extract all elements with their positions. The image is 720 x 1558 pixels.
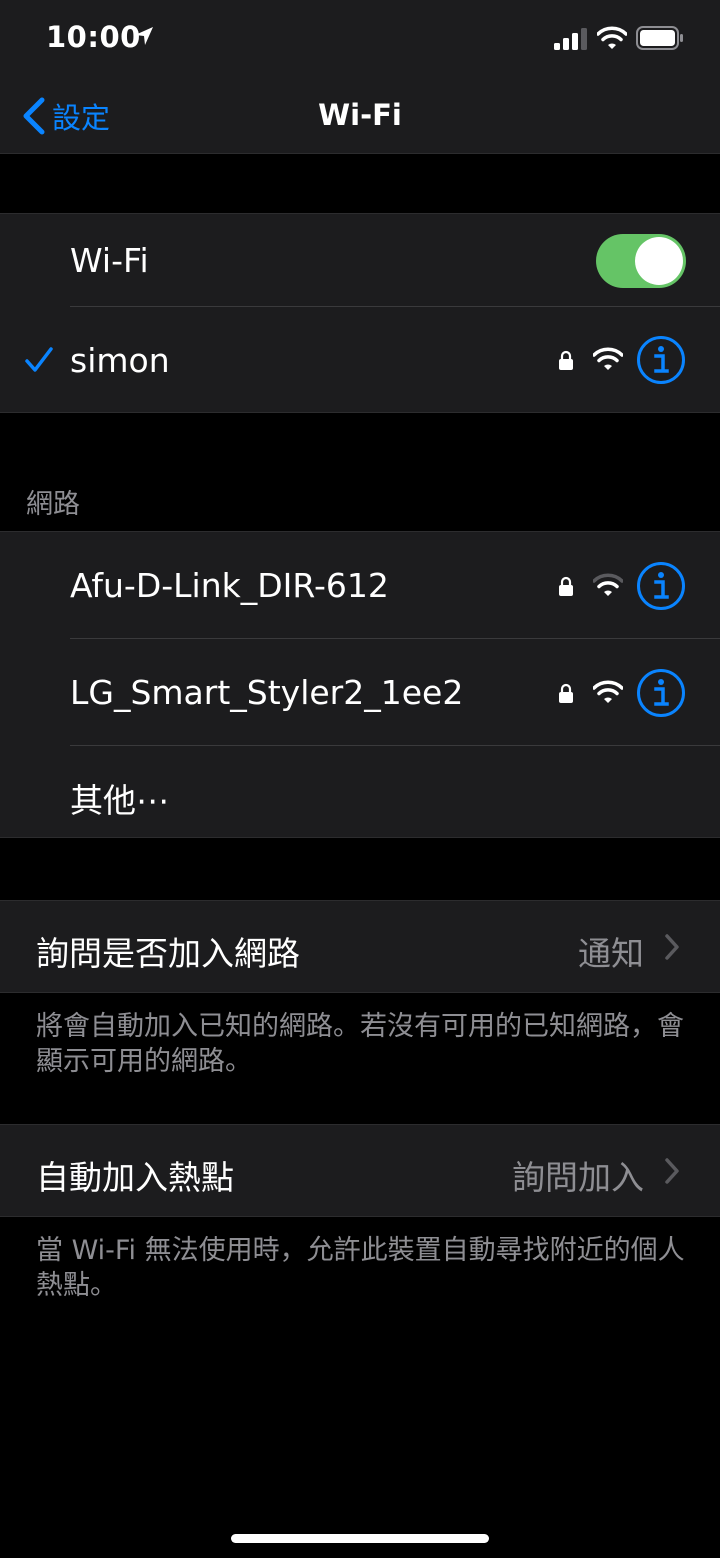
network-name: Afu-D-Link_DIR-612 bbox=[70, 566, 389, 605]
wifi-toggle-switch[interactable] bbox=[596, 234, 686, 288]
status-bar: 10:00 bbox=[0, 0, 720, 78]
auto-hotspot-footer: 當 Wi-Fi 無法使用時，允許此裝置自動尋找附近的個人熱點。 bbox=[36, 1235, 685, 1301]
location-arrow-icon bbox=[135, 27, 153, 45]
other-network-label: 其他⋯ bbox=[70, 781, 169, 820]
network-row[interactable]: Afu-D-Link_DIR-612 bbox=[0, 532, 720, 638]
wifi-signal-icon bbox=[593, 680, 623, 703]
lock-icon bbox=[559, 683, 573, 703]
network-name: LG_Smart_Styler2_1ee2 bbox=[70, 673, 464, 712]
networks-group: Afu-D-Link_DIR-612 LG_Smart_Styler2_1ee2 bbox=[0, 531, 720, 838]
navigation-bar: 設定 Wi-Fi bbox=[0, 78, 720, 154]
connected-network-name: simon bbox=[70, 341, 170, 380]
wifi-group: Wi-Fi simon bbox=[0, 213, 720, 413]
ask-join-row[interactable]: 詢問是否加入網路 通知 bbox=[0, 901, 720, 993]
ask-join-label: 詢問是否加入網路 bbox=[36, 934, 300, 973]
networks-section-header: 網路 bbox=[26, 489, 80, 520]
auto-hotspot-value: 詢問加入 bbox=[512, 1158, 644, 1197]
ask-join-value: 通知 bbox=[578, 934, 644, 973]
auto-hotspot-row[interactable]: 自動加入熱點 詢問加入 bbox=[0, 1125, 720, 1217]
lock-icon bbox=[559, 350, 573, 370]
cellular-signal-icon bbox=[554, 28, 587, 50]
connected-network-row[interactable]: simon bbox=[0, 307, 720, 413]
wifi-toggle-label: Wi-Fi bbox=[70, 241, 149, 280]
info-icon[interactable] bbox=[636, 668, 686, 718]
chevron-right-icon bbox=[665, 934, 679, 960]
info-icon[interactable] bbox=[636, 561, 686, 611]
status-time: 10:00 bbox=[46, 20, 141, 54]
lock-icon bbox=[559, 576, 573, 596]
auto-hotspot-label: 自動加入熱點 bbox=[36, 1158, 234, 1197]
auto-hotspot-group: 自動加入熱點 詢問加入 bbox=[0, 1124, 720, 1217]
wifi-signal-icon bbox=[593, 347, 623, 370]
ask-join-group: 詢問是否加入網路 通知 bbox=[0, 900, 720, 993]
page-title: Wi-Fi bbox=[318, 98, 402, 132]
ask-join-footer: 將會自動加入已知的網路。若沒有可用的已知網路，會顯示可用的網路。 bbox=[36, 1011, 684, 1077]
wifi-signal-icon bbox=[593, 573, 623, 596]
network-row[interactable]: LG_Smart_Styler2_1ee2 bbox=[0, 639, 720, 745]
chevron-right-icon bbox=[665, 1158, 679, 1184]
wifi-toggle-row: Wi-Fi bbox=[0, 214, 720, 306]
checkmark-icon bbox=[25, 347, 53, 372]
home-indicator[interactable] bbox=[231, 1534, 489, 1543]
battery-icon bbox=[636, 26, 683, 50]
wifi-status-icon bbox=[597, 26, 627, 49]
info-icon[interactable] bbox=[636, 335, 686, 385]
other-network-row[interactable]: 其他⋯ bbox=[0, 746, 720, 838]
toggle-knob bbox=[635, 237, 683, 285]
